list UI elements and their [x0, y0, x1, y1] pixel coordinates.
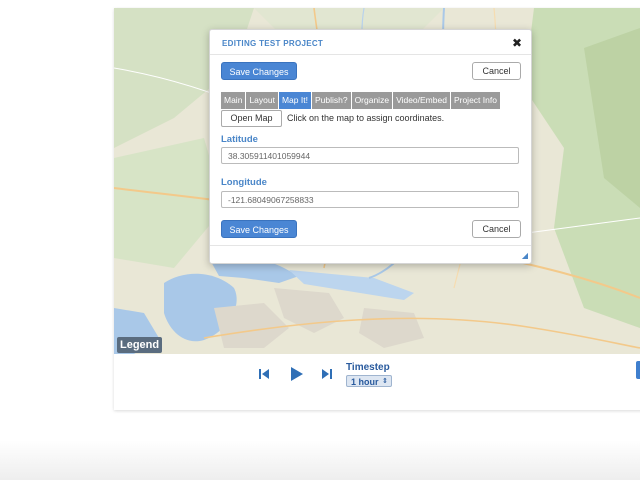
cancel-button-bottom[interactable]: Cancel — [472, 220, 521, 238]
open-map-button[interactable]: Open Map — [221, 110, 282, 127]
title-divider — [210, 54, 531, 55]
tab-project-info[interactable]: Project Info — [450, 92, 500, 109]
tab-layout[interactable]: Layout — [246, 92, 279, 109]
timestep-select[interactable]: 1 hour ⇕ — [346, 375, 392, 387]
save-changes-button-bottom[interactable]: Save Changes — [221, 220, 297, 238]
tab-map-it[interactable]: Map It! — [278, 92, 312, 109]
select-arrows-icon: ⇕ — [382, 378, 388, 385]
page-bottom-fade — [0, 440, 640, 480]
play-icon[interactable] — [290, 366, 304, 382]
side-panel-button[interactable] — [636, 361, 640, 379]
tab-video-embed[interactable]: Video/Embed — [393, 92, 451, 109]
playback-controls: Timestep 1 hour ⇕ — [114, 354, 640, 410]
timestep-value: 1 hour — [351, 377, 379, 387]
legend-button[interactable]: Legend — [117, 337, 163, 353]
resize-grip-icon[interactable]: ◢ — [522, 252, 528, 260]
tab-organize[interactable]: Organize — [351, 92, 394, 109]
modal-title: EDITING TEST PROJECT — [222, 39, 324, 48]
save-changes-button-top[interactable]: Save Changes — [221, 62, 297, 80]
latitude-label: Latitude — [221, 134, 258, 145]
skip-back-icon[interactable] — [258, 368, 270, 380]
skip-forward-icon[interactable] — [321, 368, 333, 380]
tab-publish[interactable]: Publish? — [311, 92, 352, 109]
footer-divider — [210, 245, 531, 246]
longitude-label: Longitude — [221, 177, 267, 188]
cancel-button-top[interactable]: Cancel — [472, 62, 521, 80]
timestep-label: Timestep — [346, 362, 390, 373]
edit-project-modal: EDITING TEST PROJECT ✖ Save Changes Canc… — [209, 29, 532, 264]
map-hint-text: Click on the map to assign coordinates. — [287, 113, 445, 123]
longitude-input[interactable] — [221, 191, 519, 208]
tab-main[interactable]: Main — [221, 92, 247, 109]
latitude-input[interactable] — [221, 147, 519, 164]
close-icon[interactable]: ✖ — [512, 37, 522, 49]
modal-tabs: Main Layout Map It! Publish? Organize Vi… — [221, 92, 500, 109]
